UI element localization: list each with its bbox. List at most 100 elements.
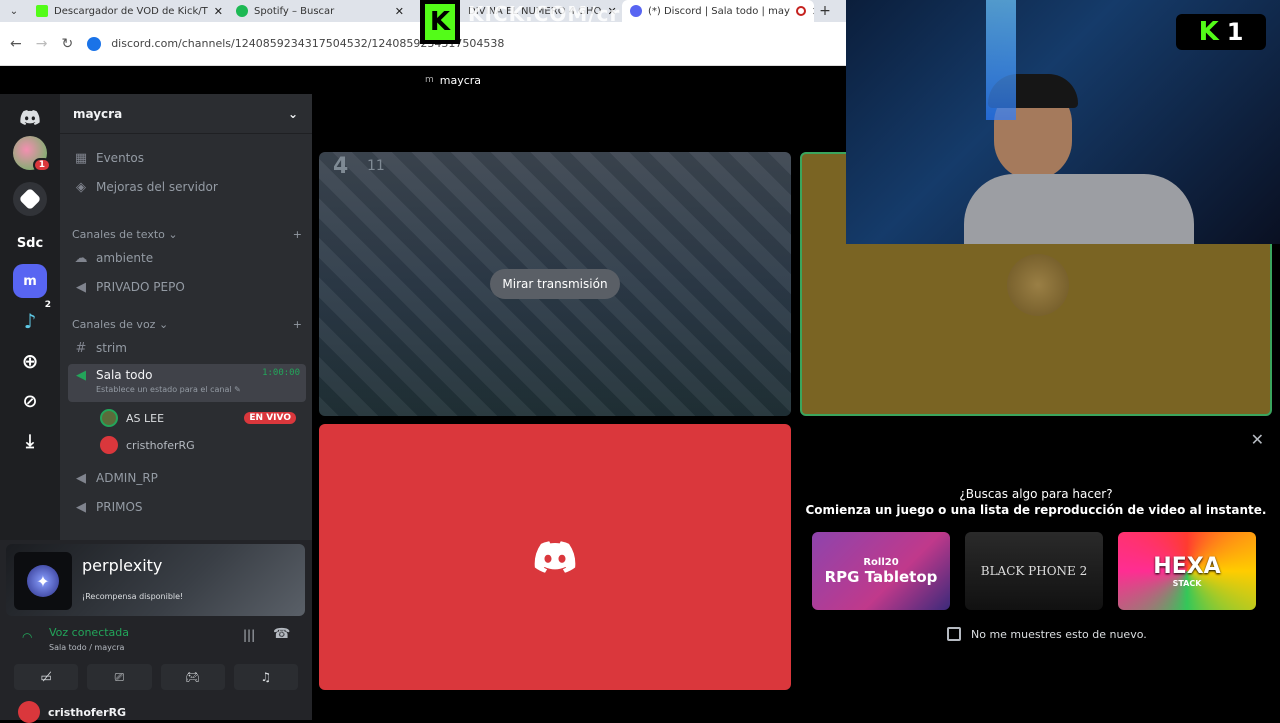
channel-admin-rp[interactable]: ◀ ADMIN_RP bbox=[68, 465, 306, 491]
voice-member[interactable]: AS LEE EN VIVO bbox=[94, 405, 300, 431]
dont-show-checkbox[interactable] bbox=[947, 627, 961, 641]
card-small-label: STACK bbox=[1172, 579, 1202, 588]
channel-ambiente[interactable]: ☁ ambiente bbox=[68, 245, 306, 271]
promo-subtitle: ¡Recompensa disponible! bbox=[82, 592, 184, 601]
channel-privado-pepo[interactable]: ◀ PRIVADO PEPO bbox=[68, 274, 306, 300]
participant-tile-cristhofer[interactable] bbox=[319, 424, 791, 690]
promo-banner[interactable]: ✦ perplexity ¡Recompensa disponible! bbox=[6, 544, 305, 616]
recording-icon bbox=[795, 6, 806, 16]
avatar bbox=[1007, 254, 1069, 316]
stream-hud-small: 11 bbox=[367, 158, 385, 174]
card-title: HEXA bbox=[1153, 554, 1221, 579]
channel-sala-todo[interactable]: ◀ Sala todo 1:00:00 Establece un estado … bbox=[68, 364, 306, 402]
server-maycra-label: m bbox=[23, 273, 37, 289]
signal-icon: ◠ bbox=[22, 630, 33, 644]
notification-badge: 2 bbox=[44, 300, 51, 310]
sidebar-item-boosts[interactable]: ◈ Mejoras del servidor bbox=[68, 174, 306, 200]
microphone-icon bbox=[87, 36, 102, 51]
pencil-icon[interactable]: ✎ bbox=[234, 385, 241, 394]
close-tab-icon[interactable]: ✕ bbox=[214, 5, 223, 18]
bot-icon bbox=[18, 187, 42, 211]
activity-gamepad-icon[interactable]: 🎮︎ bbox=[160, 664, 225, 690]
perplexity-logo-icon: ✦ bbox=[14, 552, 72, 610]
tab-kick-vod[interactable]: Descargador de VOD de Kick/T ✕ bbox=[28, 0, 228, 22]
kick-counter-badge: K 1 bbox=[1176, 14, 1266, 50]
download-icon[interactable]: ⤓ bbox=[13, 424, 47, 458]
tab-strip: ⌄ Descargador de VOD de Kick/T ✕ Spotify… bbox=[0, 0, 846, 44]
boost-icon: ◈ bbox=[76, 179, 86, 195]
kick-watermark: KICK.COM/cr bbox=[468, 2, 621, 26]
window-title: m maycra bbox=[60, 66, 846, 94]
category-voice-channels[interactable]: Canales de voz ⌄ + bbox=[72, 318, 302, 331]
close-tab-icon[interactable]: ✕ bbox=[395, 5, 404, 18]
tab-spotify[interactable]: Spotify – Buscar ✕ bbox=[228, 0, 412, 22]
calendar-icon: ▦ bbox=[74, 150, 88, 166]
speaker-icon: ◀ bbox=[76, 470, 86, 486]
channel-status-hint[interactable]: Establece un estado para el canal bbox=[96, 385, 232, 394]
channel-label: strim bbox=[96, 341, 127, 355]
member-name: AS LEE bbox=[126, 411, 165, 425]
member-name: cristhoferRG bbox=[126, 438, 195, 452]
server-sdc-label: Sdc bbox=[16, 235, 44, 251]
add-channel-icon[interactable]: + bbox=[293, 318, 302, 331]
discord-logo-icon bbox=[534, 541, 576, 573]
explore-icon[interactable]: ⊘ bbox=[13, 384, 47, 418]
kick-favicon-icon bbox=[36, 5, 48, 17]
stream-hud-number: 4 bbox=[333, 154, 349, 179]
dont-show-again[interactable]: No me muestres esto de nuevo. bbox=[947, 627, 1147, 641]
watch-stream-button[interactable]: Mirar transmisión bbox=[490, 269, 620, 299]
tab-discord[interactable]: (*) Discord | Sala todo | may ✕ bbox=[622, 0, 814, 22]
server-sdc[interactable]: Sdc bbox=[13, 226, 47, 260]
speaker-icon: ◀ bbox=[76, 499, 86, 515]
channel-strim[interactable]: # strim bbox=[68, 335, 306, 361]
server-maycra[interactable]: m bbox=[13, 264, 47, 298]
camera-off-icon[interactable]: ▭̸ bbox=[14, 664, 79, 690]
promo-brand: perplexity bbox=[82, 556, 163, 575]
server-header[interactable]: maycra ⌄ bbox=[60, 94, 312, 134]
hash-icon: # bbox=[75, 340, 87, 356]
activity-card-rpg[interactable]: Roll20 RPG Tabletop bbox=[812, 532, 950, 610]
locked-speaker-icon: ◀ bbox=[76, 279, 86, 295]
server-initial-icon: m bbox=[424, 75, 434, 85]
forum-channel-icon: ☁ bbox=[74, 250, 88, 266]
avatar bbox=[100, 409, 118, 427]
card-small-label: Roll20 bbox=[863, 556, 899, 568]
server-avatar-pink[interactable]: 1 bbox=[13, 136, 51, 172]
server-avatar-cyan[interactable]: ♪ 2 bbox=[13, 300, 51, 338]
avatar bbox=[100, 436, 118, 454]
voice-member[interactable]: cristhoferRG bbox=[94, 432, 300, 458]
close-icon[interactable]: ✕ bbox=[1251, 430, 1264, 449]
window-title-text: maycra bbox=[439, 73, 482, 87]
channel-label: Sala todo bbox=[96, 368, 153, 382]
soundwave-icon[interactable]: ||| bbox=[243, 628, 255, 642]
voice-controls: ▭̸ ⎚ 🎮︎ ♫ bbox=[14, 664, 298, 690]
voice-status[interactable]: Voz conectada bbox=[49, 626, 129, 639]
back-arrow-icon[interactable]: ← bbox=[10, 36, 22, 52]
disconnect-icon[interactable]: ☎ bbox=[273, 626, 290, 642]
forward-arrow-icon[interactable]: → bbox=[36, 36, 48, 52]
user-row[interactable]: cristhoferRG bbox=[18, 701, 308, 723]
add-channel-icon[interactable]: + bbox=[293, 228, 302, 241]
add-server-icon[interactable]: ⊕ bbox=[13, 344, 47, 378]
activity-card-black-phone[interactable]: BLACK PHONE 2 bbox=[965, 532, 1103, 610]
stream-tile[interactable]: 4 11 Mirar transmisión bbox=[319, 152, 791, 416]
tab-title: Descargador de VOD de Kick/T bbox=[54, 5, 208, 17]
new-tab-icon[interactable]: + bbox=[814, 3, 836, 19]
chevron-down-icon: ⌄ bbox=[287, 106, 298, 121]
activity-card-hexa[interactable]: HEXA STACK bbox=[1118, 532, 1256, 610]
channel-label: ambiente bbox=[96, 251, 154, 265]
activity-suggestions: ✕ ¿Buscas algo para hacer? Comienza un j… bbox=[800, 424, 1272, 690]
channel-label: PRIMOS bbox=[96, 500, 143, 514]
server-avatar-bot[interactable] bbox=[13, 182, 47, 216]
voice-location[interactable]: Sala todo / maycra bbox=[49, 643, 124, 652]
soundboard-icon[interactable]: ♫ bbox=[233, 664, 298, 690]
tab-search-dropdown-icon[interactable]: ⌄ bbox=[0, 6, 28, 17]
channel-primos[interactable]: ◀ PRIMOS bbox=[68, 494, 306, 520]
spotify-favicon-icon bbox=[236, 5, 248, 17]
screen-share-icon[interactable]: ⎚ bbox=[87, 664, 152, 690]
discord-home-icon[interactable] bbox=[13, 100, 47, 134]
user-area: ✦ perplexity ¡Recompensa disponible! ◠ V… bbox=[0, 540, 312, 723]
category-text-channels[interactable]: Canales de texto ⌄ + bbox=[72, 228, 302, 241]
sidebar-item-events[interactable]: ▦ Eventos bbox=[68, 145, 306, 171]
reload-icon[interactable]: ↻ bbox=[61, 36, 73, 52]
